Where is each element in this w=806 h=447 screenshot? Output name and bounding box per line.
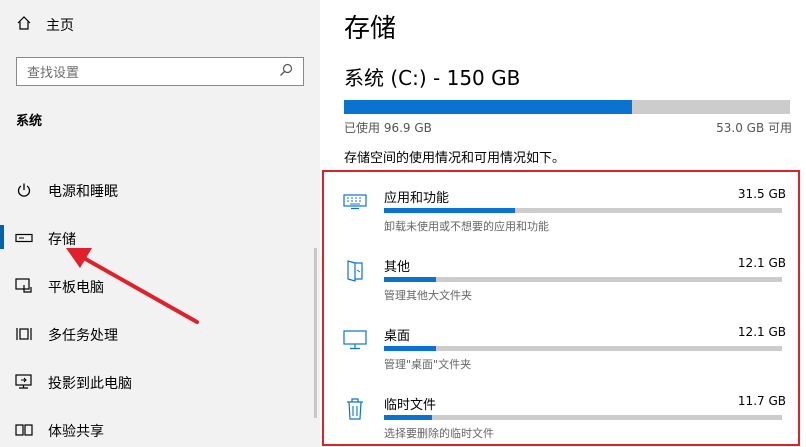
power-icon	[14, 181, 34, 199]
search-icon	[279, 63, 293, 81]
sidebar-item-tablet[interactable]: 平板电脑	[0, 273, 320, 299]
category-other[interactable]: 其他 12.1 GB 管理其他大文件夹	[342, 256, 786, 316]
highlight-box: 应用和功能 31.5 GB 卸载未使用或不想要的应用和功能 其他 12.1 GB…	[322, 170, 800, 446]
sidebar-item-multitask[interactable]: 多任务处理	[0, 321, 320, 347]
monitor-icon	[342, 327, 368, 353]
category-size: 31.5 GB	[737, 187, 786, 201]
section-title: 系统	[16, 114, 43, 129]
home-icon	[16, 15, 32, 35]
category-name: 其他	[384, 260, 411, 275]
home-label: 主页	[46, 18, 74, 34]
category-bar	[384, 415, 782, 420]
storage-description: 存储空间的使用情况和可用情况如下。	[344, 151, 566, 166]
sidebar-item-storage[interactable]: 存储	[0, 225, 320, 251]
settings-sidebar: 主页 查找设置 系统 电源和睡眠 存储 平板电脑 多任务处理 投影到此电脑 体验…	[0, 0, 320, 447]
category-bar-fill	[384, 277, 436, 282]
sidebar-item-share[interactable]: 体验共享	[0, 417, 320, 443]
sidebar-item-label: 体验共享	[48, 424, 104, 440]
category-bar-fill	[384, 208, 516, 213]
drive-title[interactable]: 系统 (C:) - 150 GB	[344, 62, 520, 91]
sidebar-item-label: 存储	[48, 232, 76, 248]
sidebar-item-label: 平板电脑	[48, 280, 104, 296]
search-input[interactable]: 查找设置	[16, 57, 304, 86]
trash-icon	[342, 396, 368, 422]
category-bar-fill	[384, 415, 432, 420]
category-subtitle: 管理"桌面"文件夹	[384, 358, 472, 371]
sidebar-item-project[interactable]: 投影到此电脑	[0, 369, 320, 395]
sidebar-scrollbar[interactable]	[314, 248, 317, 418]
storage-page: 存储 系统 (C:) - 150 GB 已使用 96.9 GB 53.0 GB …	[320, 0, 806, 447]
category-bar	[384, 346, 782, 351]
sidebar-item-label: 投影到此电脑	[48, 376, 132, 392]
category-apps[interactable]: 应用和功能 31.5 GB 卸载未使用或不想要的应用和功能	[342, 187, 786, 247]
storage-icon	[14, 229, 34, 247]
used-label: 已使用 96.9 GB	[344, 121, 432, 135]
category-name: 临时文件	[384, 398, 437, 413]
folder-icon	[342, 258, 368, 284]
category-name: 应用和功能	[384, 191, 450, 206]
sidebar-item-label: 电源和睡眠	[48, 184, 118, 200]
sidebar-item-power[interactable]: 电源和睡眠	[0, 177, 320, 203]
available-label: 53.0 GB 可用	[716, 121, 792, 135]
category-name: 桌面	[384, 329, 411, 344]
tablet-icon	[14, 277, 34, 295]
category-size: 12.1 GB	[737, 325, 786, 339]
category-subtitle: 管理其他大文件夹	[384, 289, 472, 302]
category-size: 12.1 GB	[737, 256, 786, 270]
category-bar	[384, 277, 782, 282]
drive-usage-fill	[344, 100, 633, 114]
category-temp[interactable]: 临时文件 11.7 GB 选择要删除的临时文件	[342, 394, 786, 447]
multitask-icon	[14, 325, 34, 343]
category-size: 11.7 GB	[737, 394, 786, 408]
category-desktop[interactable]: 桌面 12.1 GB 管理"桌面"文件夹	[342, 325, 786, 385]
share-icon	[14, 421, 34, 439]
category-bar	[384, 208, 782, 213]
home-link[interactable]: 主页	[16, 14, 74, 36]
keyboard-icon	[342, 189, 368, 215]
sidebar-item-label: 多任务处理	[48, 328, 118, 344]
category-subtitle: 卸载未使用或不想要的应用和功能	[384, 220, 549, 233]
project-icon	[14, 373, 34, 391]
category-subtitle: 选择要删除的临时文件	[384, 427, 494, 440]
search-placeholder: 查找设置	[27, 66, 80, 81]
page-title: 存储	[344, 14, 397, 44]
category-bar-fill	[384, 346, 436, 351]
drive-usage-bar	[344, 100, 790, 114]
